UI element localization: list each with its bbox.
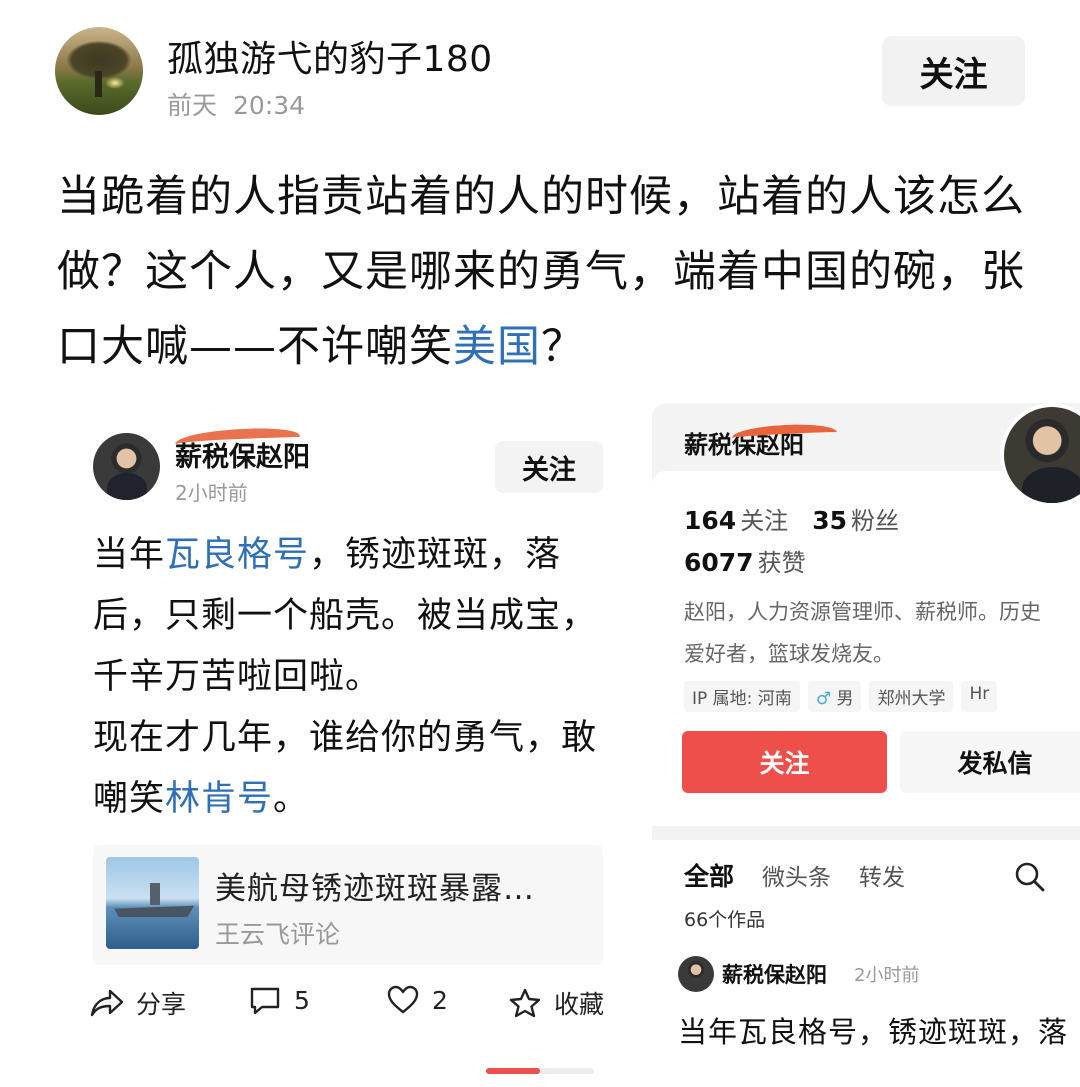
heart-icon xyxy=(387,985,419,1014)
post-body-end: ？ xyxy=(541,322,585,372)
tag-gender: ♂ 男 xyxy=(807,681,862,712)
embedded-follow-button: 关注 xyxy=(495,441,603,493)
profile-bio: 赵阳，人力资源管理师、薪税师。历史 爱好者，篮球发烧友。 xyxy=(684,591,1080,675)
like-action: 2 xyxy=(386,985,448,1015)
post-body: 当跪着的人指责站着的人的时候，站着的人该怎么做？这个人，又是哪来的勇气，端着中国… xyxy=(57,160,1037,385)
indicator-active xyxy=(486,1068,540,1074)
embedded-link-lincoln: 林肯号 xyxy=(165,779,274,819)
image-page-indicator xyxy=(486,1068,594,1074)
star-icon xyxy=(509,988,541,1018)
profile-follow-button: 关注 xyxy=(682,731,887,793)
favorite-label: 收藏 xyxy=(554,990,605,1019)
tag-job: Hr xyxy=(961,681,998,712)
avatar-sun xyxy=(105,77,125,89)
avatar-tree-trunk xyxy=(95,71,102,97)
embedded-article-card: 美航母锈迹斑斑暴露… 王云飞评论 xyxy=(93,845,603,965)
list-post-time: 2小时前 xyxy=(854,965,920,986)
following-count: 164 xyxy=(684,506,737,535)
author-name[interactable]: 孤独游弋的豹子180 xyxy=(167,30,493,82)
bio-line-2: 爱好者，篮球发烧友。 xyxy=(684,642,894,666)
tag-ip-location: IP 属地: 河南 xyxy=(684,681,800,712)
embedded-post-time: 2小时前 xyxy=(175,481,248,505)
tag-gender-label: 男 xyxy=(836,689,854,709)
search-icon xyxy=(1015,862,1045,892)
article-title: 美航母锈迹斑斑暴露… xyxy=(215,871,535,907)
fans-label: 粉丝 xyxy=(850,507,899,535)
post-time: 前天 20:34 xyxy=(167,86,305,122)
comment-count: 5 xyxy=(294,985,310,1015)
male-icon: ♂ xyxy=(815,689,832,709)
embedded-author-avatar xyxy=(93,433,160,500)
comment-icon xyxy=(250,987,280,1015)
embedded-text-1: 当年 xyxy=(93,535,166,575)
profile-panel: 164 关注 35 粉丝 6077 获赞 赵阳，人力资源管理师、薪税师。历史 爱好者，篮… xyxy=(652,471,1080,1087)
profile-likes-stats: 6077 获赞 xyxy=(684,543,806,578)
post-time-clock: 20:34 xyxy=(233,91,306,120)
embedded-action-bar: 分享 5 2 收藏 xyxy=(90,985,610,1025)
follow-button[interactable]: 关注 xyxy=(882,36,1025,106)
profile-tabs: 全部 微头条 转发 xyxy=(684,857,905,893)
favorite-action: 收藏 xyxy=(508,985,604,1021)
list-post-text: 当年瓦良格号，锈迹斑斑，落 xyxy=(678,1015,1069,1049)
likes-label: 获赞 xyxy=(757,549,806,577)
like-count: 2 xyxy=(432,985,448,1015)
profile-message-button: 发私信 xyxy=(900,731,1080,793)
tab-reposts: 转发 xyxy=(859,865,906,891)
share-label: 分享 xyxy=(136,990,187,1019)
embedded-text-4: 。 xyxy=(273,779,310,819)
embedded-post-text: 当年瓦良格号，锈迹斑斑，落后，只剩一个船壳。被当成宝，千辛万苦啦回啦。 现在才几年… xyxy=(93,525,613,830)
section-divider xyxy=(652,826,1080,840)
post-time-day: 前天 xyxy=(167,91,218,120)
ship-mast xyxy=(150,883,160,905)
following-label: 关注 xyxy=(740,507,789,535)
article-source: 王云飞评论 xyxy=(215,920,341,949)
bio-line-1: 赵阳，人力资源管理师、薪税师。历史 xyxy=(684,600,1041,624)
list-post-avatar xyxy=(678,956,714,992)
comment-action: 5 xyxy=(248,985,310,1015)
author-avatar[interactable] xyxy=(55,27,143,115)
likes-count: 6077 xyxy=(684,548,754,577)
tag-school: 郑州大学 xyxy=(869,681,954,712)
embedded-post-screenshot: 薪税保赵阳 2小时前 关注 当年瓦良格号，锈迹斑斑，落后，只剩一个船壳。被当成宝… xyxy=(60,405,640,1045)
redaction-scribble xyxy=(174,426,301,454)
share-icon xyxy=(90,989,124,1017)
tab-all: 全部 xyxy=(684,862,735,891)
article-thumbnail xyxy=(106,857,199,949)
embedded-profile-screenshot: 薪税保赵阳 164 关注 35 粉丝 6077 获赞 赵阳，人力资源管理师、薪税师。历史… xyxy=(652,403,1080,1087)
ship-hull xyxy=(114,905,194,917)
fans-count: 35 xyxy=(812,506,847,535)
profile-follow-stats: 164 关注 35 粉丝 xyxy=(684,501,899,536)
post-body-link-usa[interactable]: 美国 xyxy=(453,322,541,372)
list-post-author: 薪税保赵阳 xyxy=(722,963,827,987)
embedded-link-varyag: 瓦良格号 xyxy=(165,535,310,575)
works-count: 66个作品 xyxy=(684,909,766,931)
tab-micro-posts: 微头条 xyxy=(762,865,832,891)
share-action: 分享 xyxy=(90,985,186,1021)
profile-tags: IP 属地: 河南 ♂ 男 郑州大学 Hr xyxy=(684,681,998,712)
